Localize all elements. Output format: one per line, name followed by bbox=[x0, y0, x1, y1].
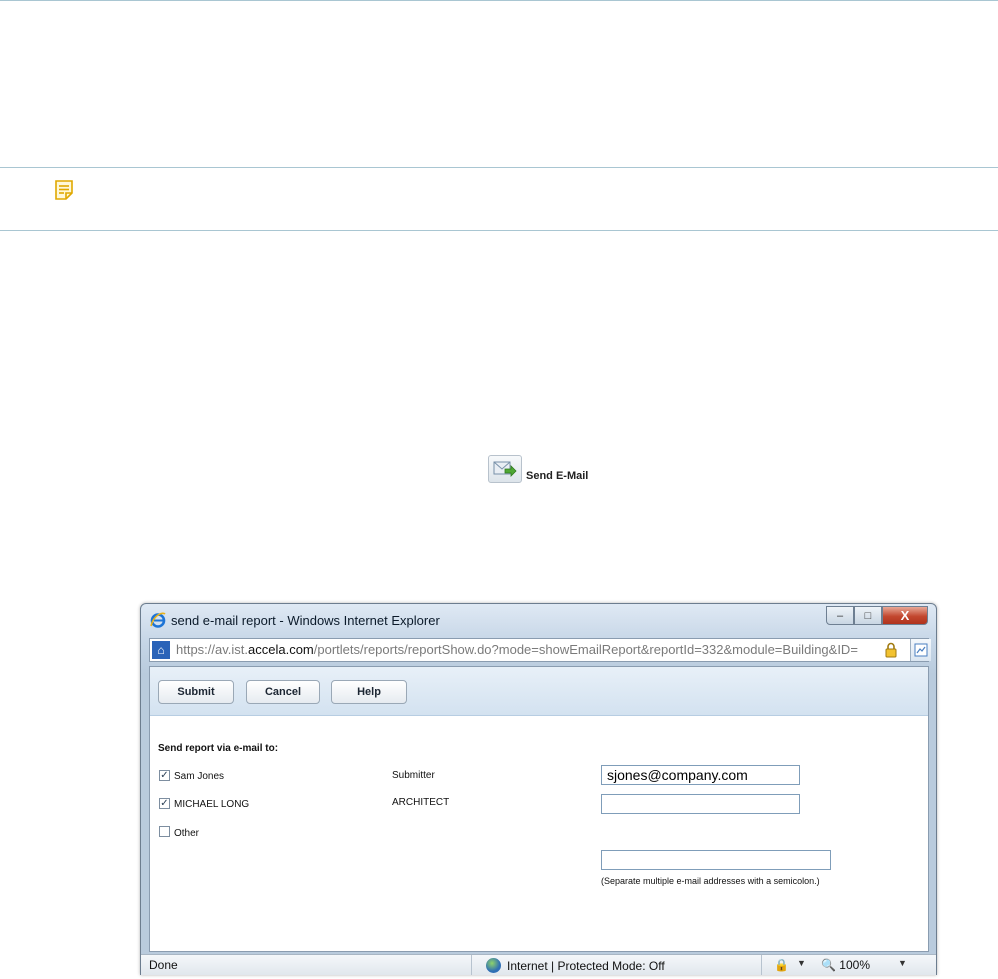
window-controls: – □ X bbox=[826, 606, 928, 625]
security-zone[interactable]: Internet | Protected Mode: Off bbox=[486, 958, 665, 973]
recipient-name: MICHAEL LONG bbox=[174, 799, 250, 810]
ie-popup-window: send e-mail report - Windows Internet Ex… bbox=[140, 603, 937, 975]
submit-button[interactable]: Submit bbox=[158, 680, 234, 704]
help-button[interactable]: Help bbox=[331, 680, 407, 704]
zoom-level: 100% bbox=[839, 958, 870, 972]
email-hint: (Separate multiple e-mail addresses with… bbox=[601, 876, 820, 886]
email-field-michael-long[interactable] bbox=[601, 794, 800, 814]
chevron-down-icon[interactable]: ▼ bbox=[797, 958, 806, 968]
lock-icon[interactable] bbox=[884, 642, 898, 658]
zoom-icon: 🔍 bbox=[821, 958, 836, 972]
cancel-button[interactable]: Cancel bbox=[246, 680, 320, 704]
send-email-label: Send E-Mail bbox=[526, 470, 589, 482]
protected-mode-icon[interactable]: 🔒 bbox=[774, 958, 789, 972]
recipient-checkbox-michael-long[interactable]: ✓ bbox=[159, 798, 170, 809]
close-button[interactable]: X bbox=[882, 606, 928, 625]
recipient-name: Sam Jones bbox=[174, 771, 225, 782]
title-bar[interactable]: send e-mail report - Windows Internet Ex… bbox=[141, 604, 936, 636]
recipient-checkbox-other[interactable] bbox=[159, 826, 170, 837]
minimize-button[interactable]: – bbox=[826, 606, 854, 625]
address-url: https://av.ist.accela.com/portlets/repor… bbox=[176, 642, 858, 657]
recipient-role: ARCHITECT bbox=[392, 797, 450, 808]
email-field-other[interactable] bbox=[601, 850, 831, 870]
compatibility-view-icon[interactable] bbox=[910, 639, 931, 661]
note-icon bbox=[55, 180, 73, 200]
status-bar: Done Internet | Protected Mode: Off 🔒 ▼ … bbox=[141, 954, 936, 975]
globe-icon bbox=[486, 958, 501, 973]
page-content: Submit Cancel Help Send report via e-mai… bbox=[149, 666, 929, 952]
top-divider bbox=[0, 0, 998, 1]
internet-explorer-icon bbox=[150, 612, 166, 628]
address-bar[interactable]: ⌂ https://av.ist.accela.com/portlets/rep… bbox=[149, 638, 931, 662]
status-text: Done bbox=[149, 958, 178, 972]
recipient-checkbox-sam-jones[interactable]: ✓ bbox=[159, 770, 170, 781]
form-heading: Send report via e-mail to: bbox=[158, 743, 279, 754]
site-icon: ⌂ bbox=[152, 641, 170, 659]
maximize-button[interactable]: □ bbox=[854, 606, 882, 625]
send-email-button[interactable]: Send E-Mail bbox=[488, 455, 588, 483]
note-top-divider bbox=[0, 167, 998, 168]
status-separator bbox=[761, 955, 762, 975]
chevron-down-icon[interactable]: ▼ bbox=[898, 958, 907, 968]
zoom-control[interactable]: 🔍 100% bbox=[821, 958, 870, 972]
send-email-icon bbox=[488, 455, 522, 483]
status-separator bbox=[471, 955, 472, 975]
report-toolbar: Submit Cancel Help bbox=[150, 667, 928, 716]
recipient-name: Other bbox=[174, 828, 200, 839]
note-bottom-divider bbox=[0, 230, 998, 231]
window-title: send e-mail report - Windows Internet Ex… bbox=[171, 613, 440, 628]
email-field-sam-jones[interactable] bbox=[601, 765, 800, 785]
recipient-role: Submitter bbox=[392, 770, 435, 781]
zone-text: Internet | Protected Mode: Off bbox=[507, 958, 665, 973]
